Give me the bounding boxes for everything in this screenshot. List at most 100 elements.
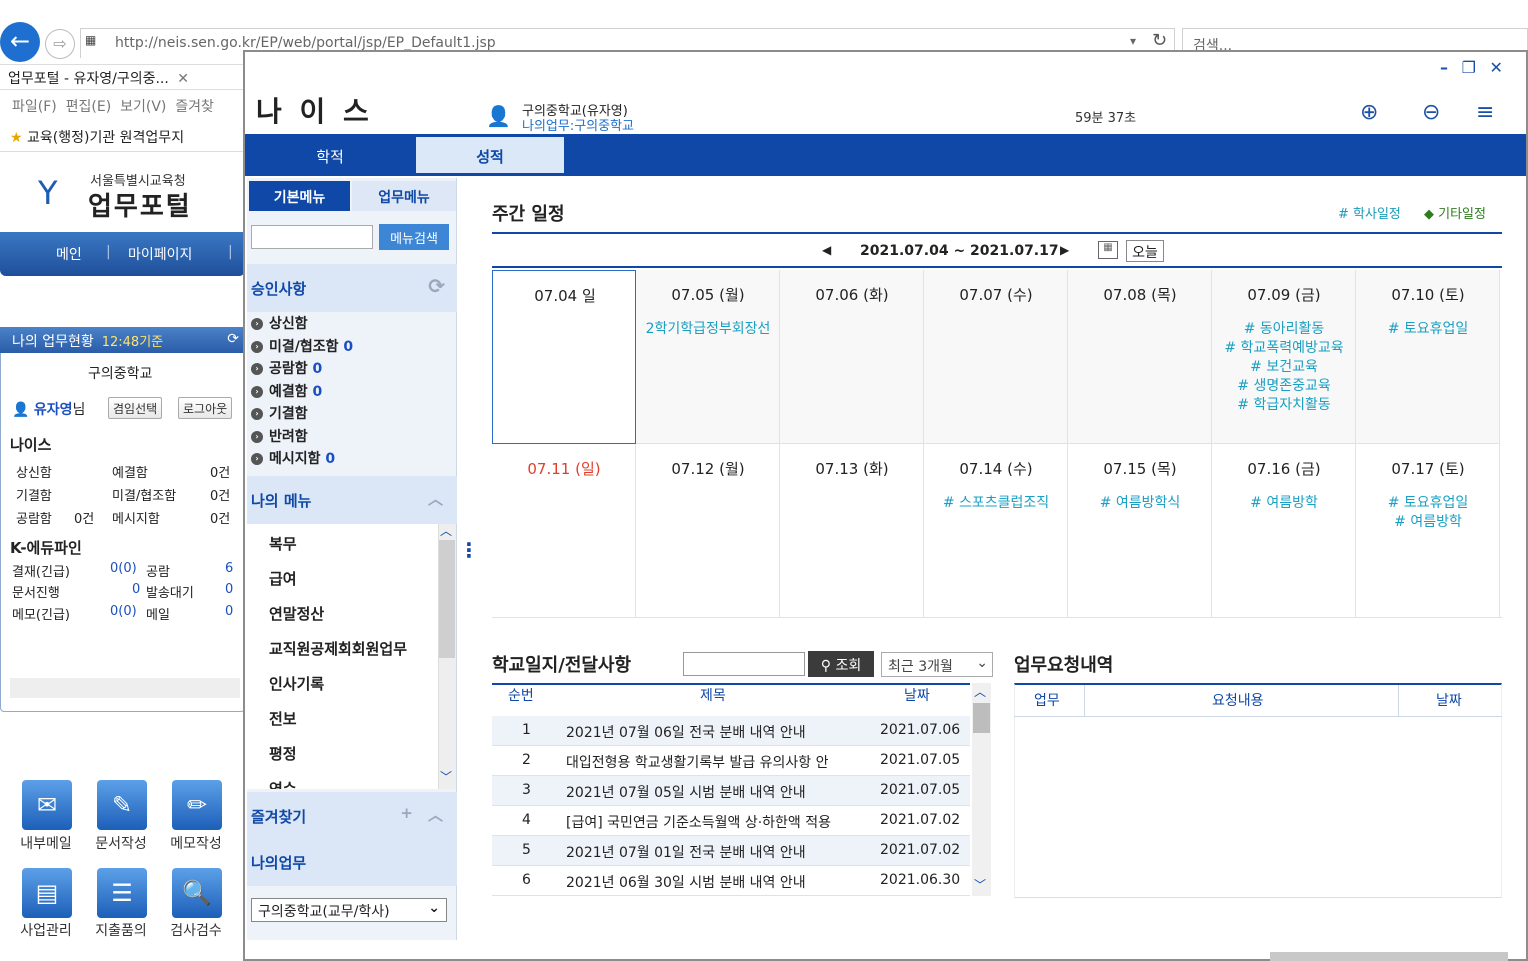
tab-work-menu[interactable]: 업무메뉴 <box>352 181 456 211</box>
calendar-day-cell[interactable]: 07.13 (화) <box>780 444 924 618</box>
status-count[interactable]: 6 <box>225 561 233 576</box>
star-icon[interactable]: ★ <box>10 130 23 146</box>
favorite-link[interactable]: 교육(행정)기관 원격업무지 <box>27 130 184 146</box>
chevron-down-icon[interactable]: ▾ <box>1130 34 1136 48</box>
status-count[interactable]: 0건 <box>210 485 230 504</box>
my-menu-item[interactable]: 전보 <box>247 699 439 734</box>
table-row[interactable]: 2 대입전형용 학교생활기록부 발급 유의사항 안 2021.07.05 <box>492 746 970 776</box>
legend-school-schedule[interactable]: # 학사일정 <box>1338 203 1401 222</box>
calendar-day-cell[interactable]: 07.05 (월) 2학기학급정부회장선 <box>636 270 780 444</box>
table-row[interactable]: 3 2021년 07월 05일 시범 분배 내역 안내 2021.07.05 <box>492 776 970 806</box>
my-menu-item[interactable]: 연말정산 <box>247 594 439 629</box>
schedule-event[interactable]: # 학교폭력예방교육 <box>1212 339 1356 358</box>
menu-favorites[interactable]: 즐겨찾 <box>175 99 214 115</box>
diary-search-input[interactable] <box>683 652 805 676</box>
forward-button[interactable]: ⇨ <box>45 29 75 59</box>
schedule-event[interactable]: 2학기학급정부회장선 <box>636 320 780 339</box>
calendar-day-cell[interactable]: 07.12 (월) <box>636 444 780 618</box>
my-work-header[interactable]: 나의업무 <box>247 838 457 886</box>
status-label[interactable]: 기결함 <box>16 485 52 504</box>
window-scrollbar[interactable] <box>1270 952 1508 961</box>
status-label[interactable]: 발송대기 <box>146 582 194 601</box>
app-label-mail[interactable]: 내부메일 <box>11 833 81 853</box>
nav-mypage[interactable]: 마이페이지 <box>128 244 192 264</box>
schedule-event[interactable]: # 생명존중교육 <box>1212 377 1356 396</box>
calendar-day-cell[interactable]: 07.11 (일) <box>492 444 636 618</box>
chevron-down-icon[interactable]: ﹀ <box>974 876 986 893</box>
status-label[interactable]: 상신함 <box>16 462 52 481</box>
menu-search-button[interactable]: 메뉴검색 <box>379 224 449 250</box>
next-week-icon[interactable]: ▶ <box>1060 243 1069 257</box>
nav-main[interactable]: 메인 <box>56 244 82 264</box>
status-count[interactable]: 0 <box>225 604 233 619</box>
my-menu-item[interactable]: 연수 <box>247 769 439 789</box>
window-controls[interactable]: – ❐ ✕ <box>1440 58 1507 77</box>
calendar-icon[interactable]: ▦ <box>1098 241 1118 259</box>
school-select[interactable]: 구의중학교(교무/학사) ⌄ <box>251 898 447 922</box>
hamburger-menu-icon[interactable]: ≡ <box>1476 100 1494 125</box>
app-label-expense[interactable]: 지출품의 <box>86 920 156 940</box>
table-row[interactable]: 1 2021년 07월 06일 전국 분배 내역 안내 2021.07.06 <box>492 716 970 746</box>
close-tab-icon[interactable]: ✕ <box>177 71 189 87</box>
status-count[interactable]: 0건 <box>210 462 230 481</box>
menu-search-input[interactable] <box>251 225 373 249</box>
table-row[interactable]: 4 [급여] 국민연금 기준소득월액 상·하한액 적용 2021.07.02 <box>492 806 970 836</box>
menu-file[interactable]: 파일(F) <box>12 99 57 115</box>
status-count[interactable]: 0(0) <box>110 561 137 576</box>
status-label[interactable]: 예결함 <box>112 462 148 481</box>
status-count[interactable]: 0건 <box>74 508 94 527</box>
approval-item[interactable]: › 공람함 0 <box>251 358 451 381</box>
role-select-button[interactable]: 겸임선택 <box>108 397 163 419</box>
status-label[interactable]: 문서진행 <box>12 582 60 601</box>
my-menu-item[interactable]: 복무 <box>247 524 439 559</box>
diary-period-select[interactable]: 최근 3개월 ⌄ <box>881 652 993 677</box>
memo-icon[interactable]: ✏ <box>172 780 222 830</box>
scroll-thumb[interactable] <box>439 540 455 658</box>
schedule-event[interactable]: # 보건교육 <box>1212 358 1356 377</box>
plus-icon[interactable]: + <box>400 804 413 822</box>
table-row[interactable]: 5 2021년 07월 01일 전국 분배 내역 안내 2021.07.02 <box>492 836 970 866</box>
status-label[interactable]: 결재(긴급) <box>12 561 70 580</box>
status-label[interactable]: 미결/협조함 <box>112 485 176 504</box>
approval-section-header[interactable]: 승인사항 ⟳ <box>247 264 457 312</box>
approval-item[interactable]: › 예결함 0 <box>251 381 451 404</box>
logout-button[interactable]: 로그아웃 <box>178 397 233 419</box>
inspect-icon[interactable]: 🔍 <box>172 868 222 918</box>
calendar-day-cell[interactable]: 07.14 (수) # 스포츠클럽조직 <box>924 444 1068 618</box>
calendar-day-cell[interactable]: 07.06 (화) <box>780 270 924 444</box>
zoom-out-icon[interactable]: ⊖ <box>1422 100 1440 125</box>
refresh-icon[interactable]: ↻ <box>1152 30 1167 51</box>
prev-week-icon[interactable]: ◀ <box>822 243 831 257</box>
scroll-thumb[interactable] <box>973 703 990 733</box>
document-icon[interactable]: ✎ <box>97 780 147 830</box>
menu-edit[interactable]: 편집(E) <box>66 99 112 115</box>
chevron-up-icon[interactable]: ︿ <box>440 522 452 539</box>
status-count[interactable]: 0 <box>132 582 140 597</box>
schedule-event[interactable]: # 동아리활동 <box>1212 320 1356 339</box>
schedule-event[interactable]: # 여름방학 <box>1356 513 1500 532</box>
today-button[interactable]: 오늘 <box>1126 240 1164 262</box>
approval-item[interactable]: › 기결함 <box>251 403 451 426</box>
app-label-document[interactable]: 문서작성 <box>86 833 156 853</box>
status-label[interactable]: 메모(긴급) <box>12 604 70 623</box>
app-label-memo[interactable]: 메모작성 <box>161 833 231 853</box>
my-menu-item[interactable]: 교직원공제회회원업무 <box>247 629 439 664</box>
refresh-icon[interactable]: ⟳ <box>428 274 445 298</box>
calendar-day-cell[interactable]: 07.09 (금) # 동아리활동 # 학교폭력예방교육 # 보건교육 # 생명존중교육… <box>1212 270 1356 444</box>
portal-logo[interactable]: Y 서울특별시교육청 업무포털 <box>32 168 232 226</box>
schedule-event[interactable]: # 여름방학식 <box>1068 494 1212 513</box>
status-label[interactable]: 메일 <box>146 604 170 623</box>
chevron-up-icon[interactable]: ︿ <box>428 488 443 509</box>
chevron-down-icon[interactable]: ﹀ <box>440 768 452 785</box>
refresh-icon[interactable]: ⟳ <box>227 331 239 347</box>
calendar-day-cell[interactable]: 07.04 일 <box>492 270 636 444</box>
browser-tab[interactable]: 업무포털 - 유자영/구의중... ✕ <box>0 64 245 90</box>
approval-item[interactable]: › 반려함 <box>251 426 451 449</box>
schedule-event[interactable]: # 여름방학 <box>1212 494 1356 513</box>
status-count[interactable]: 0 <box>225 582 233 597</box>
back-button[interactable]: ← <box>0 22 40 62</box>
legend-other-schedule[interactable]: ◆ 기타일정 <box>1424 203 1486 222</box>
schedule-event[interactable]: # 토요휴업일 <box>1356 320 1500 339</box>
calendar-day-cell[interactable]: 07.17 (토) # 토요휴업일 # 여름방학 <box>1356 444 1500 618</box>
app-label-inspect[interactable]: 검사검수 <box>161 920 231 940</box>
